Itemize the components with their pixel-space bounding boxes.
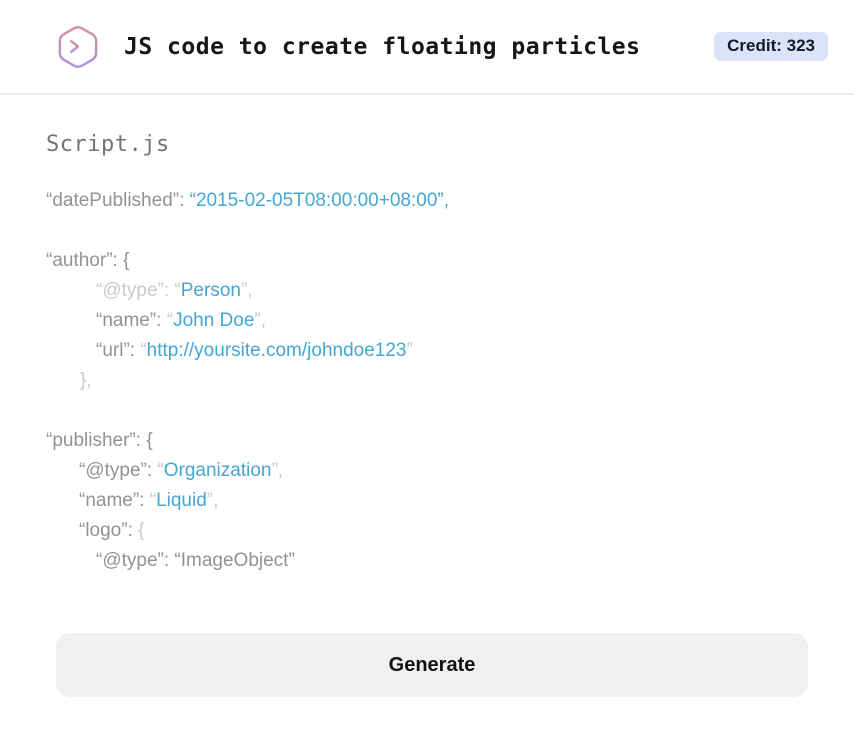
button-row: Generate [0, 633, 854, 697]
code-segment-key: “author”: { [46, 250, 130, 271]
code-segment-key: “@type”: [79, 460, 158, 481]
code-segment-val: Liquid [156, 490, 207, 511]
main-content: Script.js “datePublished”: “2015-02-05T0… [0, 132, 854, 576]
code-segment-lite: ”, [254, 310, 267, 331]
code-line: “name”: “John Doe”, [46, 306, 808, 336]
code-segment-lite: }, [80, 370, 92, 391]
code-line: }, [46, 366, 808, 396]
code-line: “name”: “Liquid”, [46, 486, 808, 516]
code-segment-lite: ”, [206, 490, 219, 511]
code-line: “url”: “http://yoursite.com/johndoe123” [46, 336, 808, 366]
code-segment-val: John Doe [173, 310, 255, 331]
code-line: “logo”: { [46, 516, 808, 546]
header: JS code to create floating particles Cre… [0, 0, 854, 95]
code-line: “datePublished”: “2015-02-05T08:00:00+08… [46, 186, 808, 216]
code-segment-val: Organization [163, 460, 272, 481]
code-line: “@type”: “ImageObject” [46, 546, 808, 576]
code-segment-key: “name”: [96, 310, 167, 331]
page-title: JS code to create floating particles [124, 33, 641, 60]
code-line: “publisher”: { [46, 426, 808, 456]
code-segment-key: “name”: [79, 490, 150, 511]
code-segment-key: “logo”: [79, 520, 139, 541]
terminal-prompt-hexagon-icon [58, 25, 98, 68]
file-name: Script.js [46, 132, 170, 157]
code-line: “@type”: “Person”, [46, 276, 808, 306]
code-segment-lite: ”, [271, 460, 284, 481]
code-segment-key: “url”: [96, 340, 141, 361]
code-segment-key: “@type”: “ImageObject” [96, 550, 295, 571]
code-segment-val: “2015-02-05T08:00:00+08:00”, [189, 190, 449, 211]
code-block: “datePublished”: “2015-02-05T08:00:00+08… [46, 186, 808, 576]
code-segment-lite: ”, [240, 280, 253, 301]
code-segment-val: Person [180, 280, 241, 301]
code-segment-lite: “@type”: [96, 280, 175, 301]
code-line: “@type”: “Organization”, [46, 456, 808, 486]
generate-button[interactable]: Generate [56, 633, 808, 697]
code-segment-val: http://yoursite.com/johndoe123 [146, 340, 407, 361]
code-line: “author”: { [46, 246, 808, 276]
code-segment-lite: { [138, 520, 145, 541]
credit-badge: Credit: 323 [714, 32, 828, 61]
code-segment-key: “datePublished”: [46, 190, 190, 211]
code-segment-key: “publisher”: { [46, 430, 153, 451]
code-segment-lite: ” [406, 340, 413, 361]
